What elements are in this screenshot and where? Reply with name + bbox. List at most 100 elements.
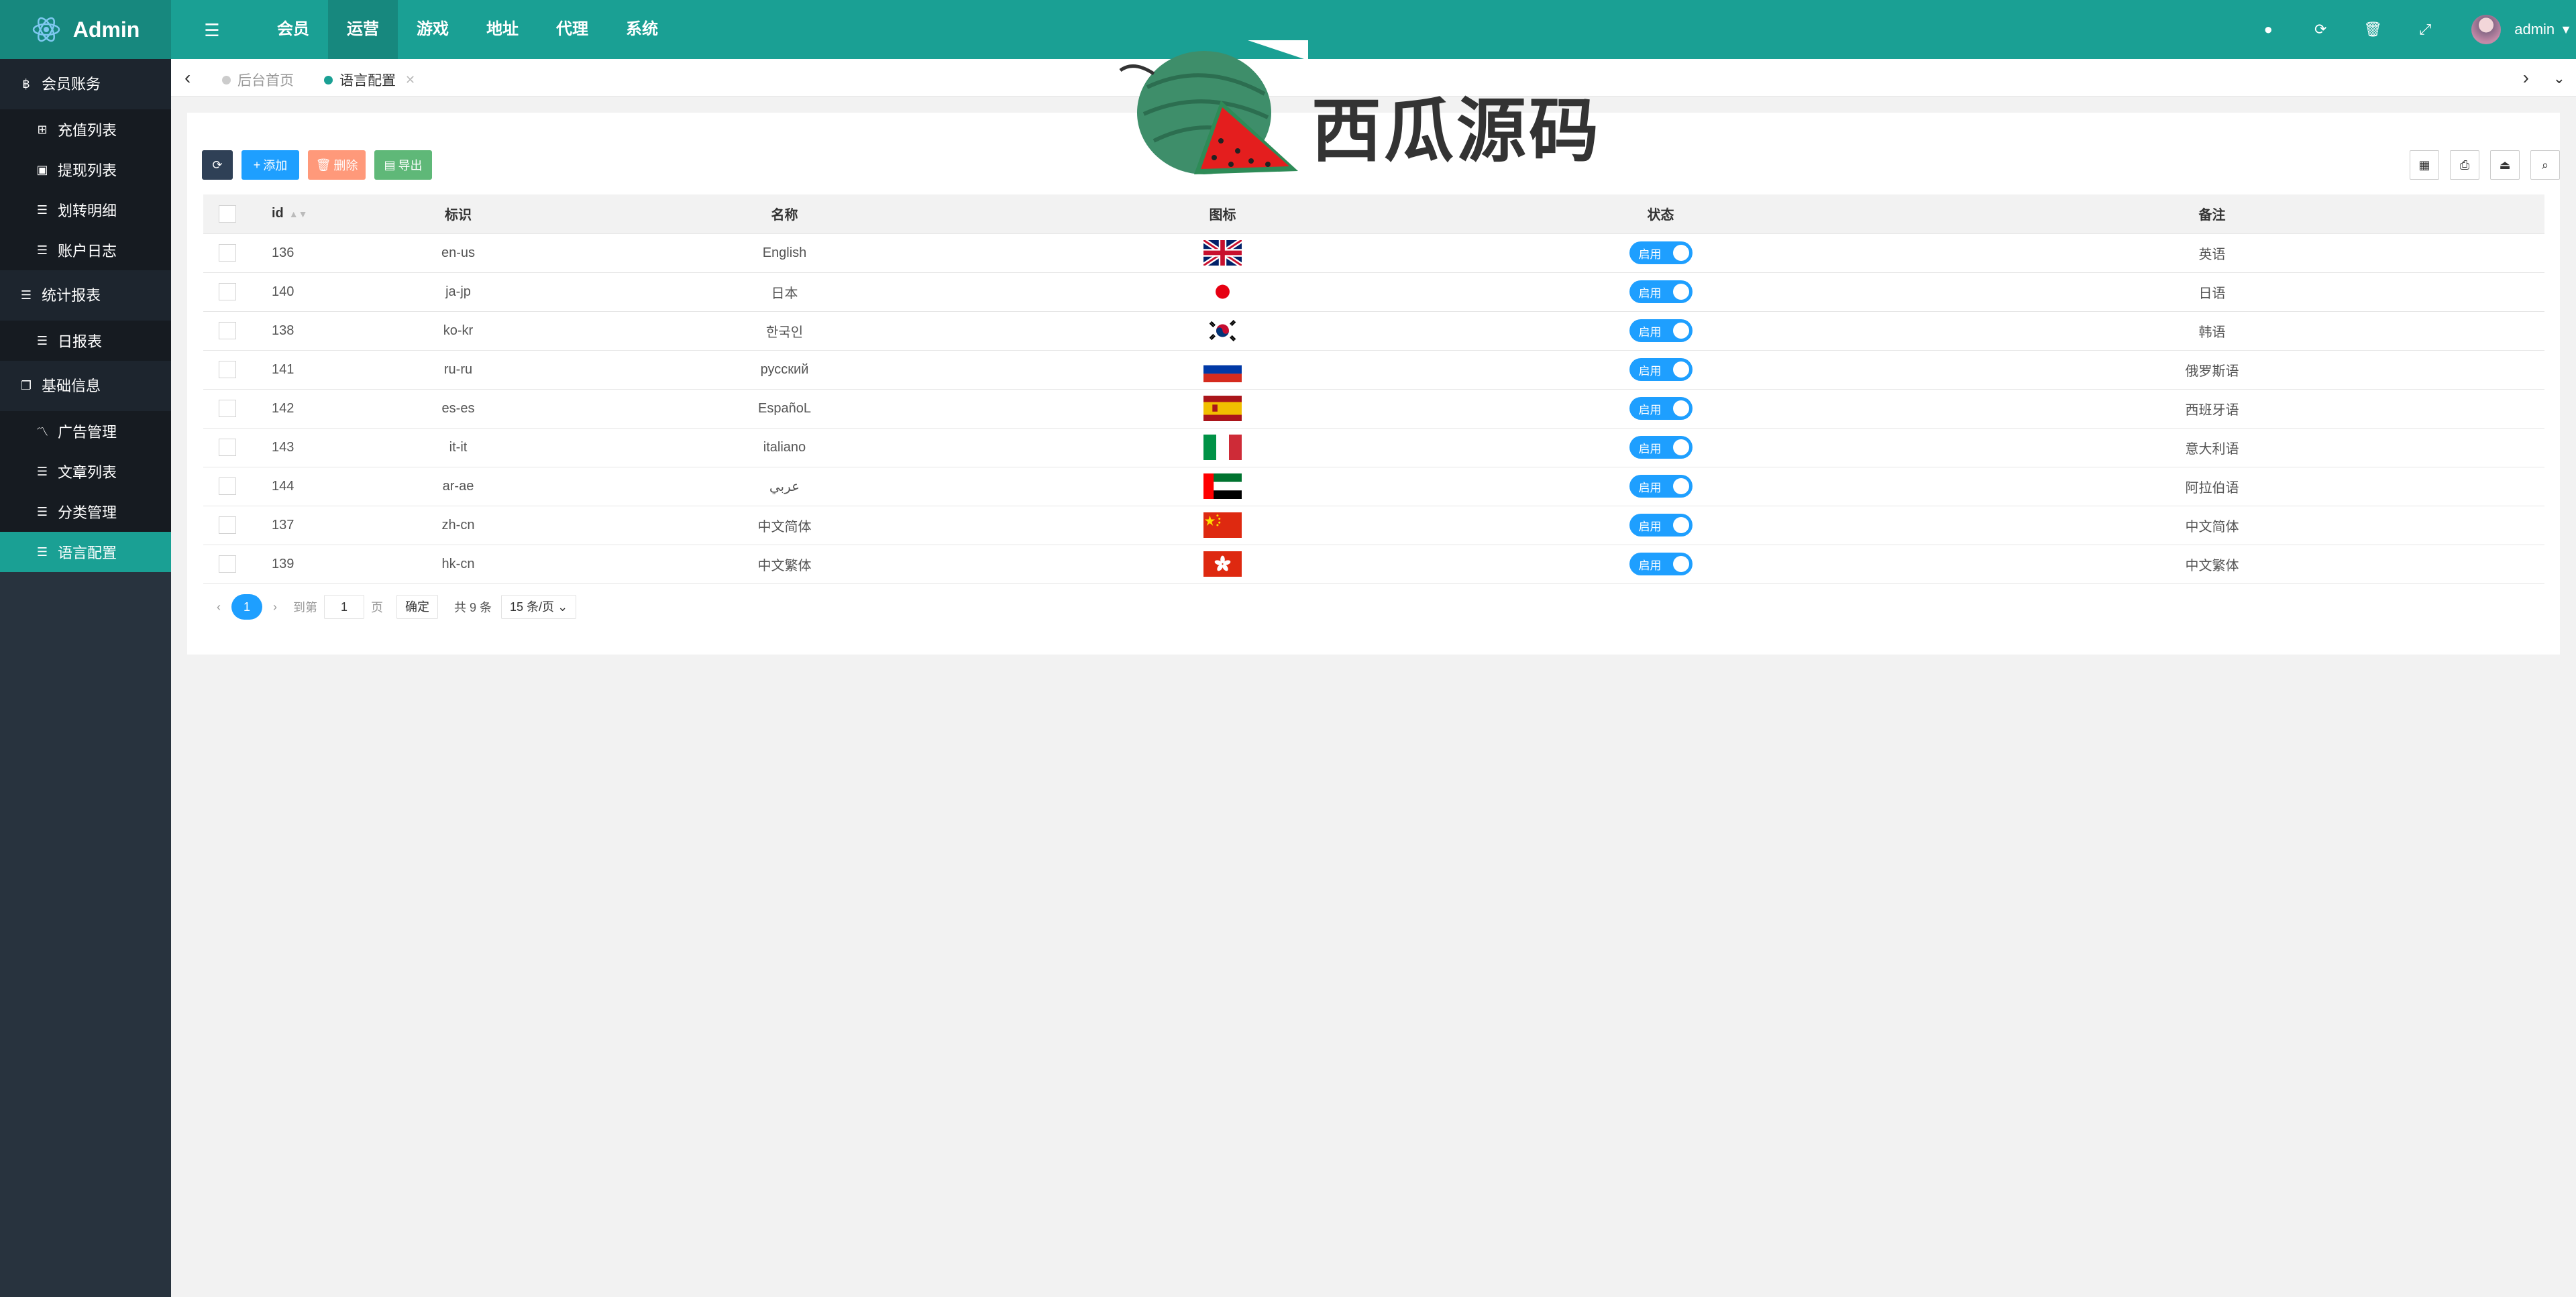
sidebar-group-reports[interactable]: ☰ 统计报表	[0, 270, 171, 321]
add-button[interactable]: + 添加	[241, 150, 299, 180]
export-label: 导出	[398, 159, 423, 172]
print-icon[interactable]: ⎙	[2450, 150, 2479, 180]
topnav-address[interactable]: 地址	[468, 0, 537, 59]
per-page-value: 15 条/页	[510, 600, 555, 614]
sidebar-item-articles[interactable]: ☰ 文章列表	[0, 451, 171, 492]
cell-id: 144	[252, 467, 351, 506]
spain-flag-icon	[1203, 396, 1242, 421]
row-checkbox[interactable]	[219, 400, 236, 417]
topnav-game[interactable]: 游戏	[398, 0, 468, 59]
cell-name: 中文简体	[566, 506, 1004, 545]
cell-id: 143	[252, 428, 351, 467]
sidebar-item-daily-report[interactable]: ☰ 日报表	[0, 321, 171, 361]
refresh-icon[interactable]: ⟳	[2294, 21, 2347, 38]
chevron-left-icon[interactable]: ‹	[184, 67, 191, 89]
row-checkbox[interactable]	[219, 283, 236, 300]
status-toggle[interactable]: 启用	[1629, 553, 1693, 575]
total-count: 共 9 条	[454, 601, 492, 614]
status-label: 启用	[1638, 286, 1662, 300]
search-icon[interactable]: ⌕	[2530, 150, 2560, 180]
tab-language-config[interactable]: 语言配置 ✕	[324, 70, 415, 90]
sidebar-item-transfer[interactable]: ☰ 划转明细	[0, 190, 171, 230]
username[interactable]: admin	[2514, 21, 2555, 38]
per-page-select[interactable]: 15 条/页 ⌄	[501, 595, 577, 619]
sidebar-item-recharge[interactable]: ⊞ 充值列表	[0, 109, 171, 150]
cell-id: 142	[252, 389, 351, 429]
refresh-button[interactable]: ⟳	[202, 150, 233, 180]
topnav-member[interactable]: 会员	[258, 0, 328, 59]
avatar[interactable]	[2471, 15, 2502, 44]
watermelon-icon	[1119, 40, 1308, 174]
sidebar-item-account-log[interactable]: ☰ 账户日志	[0, 230, 171, 270]
col-id[interactable]: id ▲▼	[252, 194, 351, 234]
status-toggle[interactable]: 启用	[1629, 397, 1693, 420]
select-all-cell	[203, 194, 252, 234]
table-row: 140 ja-jp 日本 启用 日语	[203, 272, 2544, 312]
row-checkbox[interactable]	[219, 439, 236, 456]
topnav-agent[interactable]: 代理	[537, 0, 607, 59]
fullscreen-icon[interactable]: ⤢	[2399, 21, 2451, 38]
table-row: 141 ru-ru русский 启用 俄罗斯语	[203, 350, 2544, 390]
row-checkbox[interactable]	[219, 516, 236, 534]
status-label: 启用	[1638, 559, 1662, 572]
columns-filter-icon[interactable]: ▦	[2410, 150, 2439, 180]
cell-note: 日语	[1880, 272, 2544, 312]
confirm-button[interactable]: 确定	[396, 595, 438, 619]
page-input[interactable]: 1	[324, 595, 364, 619]
status-toggle[interactable]: 启用	[1629, 241, 1693, 264]
select-all-checkbox[interactable]	[219, 205, 236, 223]
row-checkbox[interactable]	[219, 322, 236, 339]
topnav-system[interactable]: 系统	[607, 0, 677, 59]
sidebar-item-ads[interactable]: 〽 广告管理	[0, 411, 171, 451]
app-logo[interactable]: Admin	[0, 0, 171, 59]
chevron-down-icon[interactable]: ⌄	[2553, 70, 2565, 87]
prev-page-icon[interactable]: ‹	[217, 600, 221, 614]
sidebar-group-basic-info[interactable]: ❐ 基础信息	[0, 361, 171, 411]
status-label: 启用	[1638, 325, 1662, 339]
clear-cache-icon[interactable]: 🗑	[2347, 21, 2399, 38]
status-toggle[interactable]: 启用	[1629, 514, 1693, 537]
sidebar-group-label: 会员账务	[42, 76, 101, 93]
sidebar-item-label: 划转明细	[58, 203, 117, 219]
status-toggle[interactable]: 启用	[1629, 358, 1693, 381]
sort-icon[interactable]: ▲▼	[289, 209, 308, 219]
cell-status: 启用	[1442, 311, 1880, 351]
sidebar-group-member-accounts[interactable]: ฿ 会员账务	[0, 59, 171, 109]
export-button[interactable]: ▤ 导出	[374, 150, 432, 180]
sidebar-item-language-config[interactable]: ☰ 语言配置	[0, 532, 171, 572]
cell-name: italiano	[566, 428, 1004, 467]
sidebar-item-withdraw[interactable]: ▣ 提现列表	[0, 150, 171, 190]
sidebar-item-label: 语言配置	[58, 545, 117, 561]
italy-flag-icon	[1203, 435, 1242, 460]
next-page-icon[interactable]: ›	[273, 600, 277, 614]
row-checkbox[interactable]	[219, 361, 236, 378]
row-checkbox[interactable]	[219, 555, 236, 573]
china-flag-icon	[1203, 512, 1242, 538]
menu-toggle-icon[interactable]: ☰	[199, 20, 225, 40]
cell-code: it-it	[351, 428, 566, 467]
sidebar-item-categories[interactable]: ☰ 分类管理	[0, 492, 171, 532]
tab-home[interactable]: 后台首页	[222, 70, 294, 90]
cell-id: 136	[252, 233, 351, 273]
chevron-right-icon[interactable]: ›	[2523, 67, 2529, 89]
table-body: 136 en-us English 启用 英语 140 ja-jp 日本 启用 日语 138 ko-k…	[203, 233, 2544, 584]
current-page[interactable]: 1	[231, 594, 262, 620]
row-checkbox[interactable]	[219, 244, 236, 262]
row-checkbox[interactable]	[219, 477, 236, 495]
close-icon[interactable]: ✕	[405, 73, 415, 87]
theme-icon[interactable]: ●	[2242, 21, 2294, 38]
cell-status: 启用	[1442, 428, 1880, 467]
toggle-knob	[1672, 478, 1689, 494]
list-icon: ☰	[36, 203, 48, 217]
status-toggle[interactable]: 启用	[1629, 475, 1693, 498]
topnav-operation[interactable]: 运营	[328, 0, 398, 59]
watermark-text: 西瓜源码	[1311, 90, 1602, 172]
delete-button[interactable]: 🗑 删除	[308, 150, 366, 180]
status-toggle[interactable]: 启用	[1629, 280, 1693, 303]
sidebar-item-label: 提现列表	[58, 162, 117, 179]
export-tool-icon[interactable]: ⏏	[2490, 150, 2520, 180]
chevron-down-icon[interactable]: ▼	[2560, 23, 2572, 37]
cell-note: 中文繁体	[1880, 545, 2544, 584]
status-toggle[interactable]: 启用	[1629, 436, 1693, 459]
status-toggle[interactable]: 启用	[1629, 319, 1693, 342]
